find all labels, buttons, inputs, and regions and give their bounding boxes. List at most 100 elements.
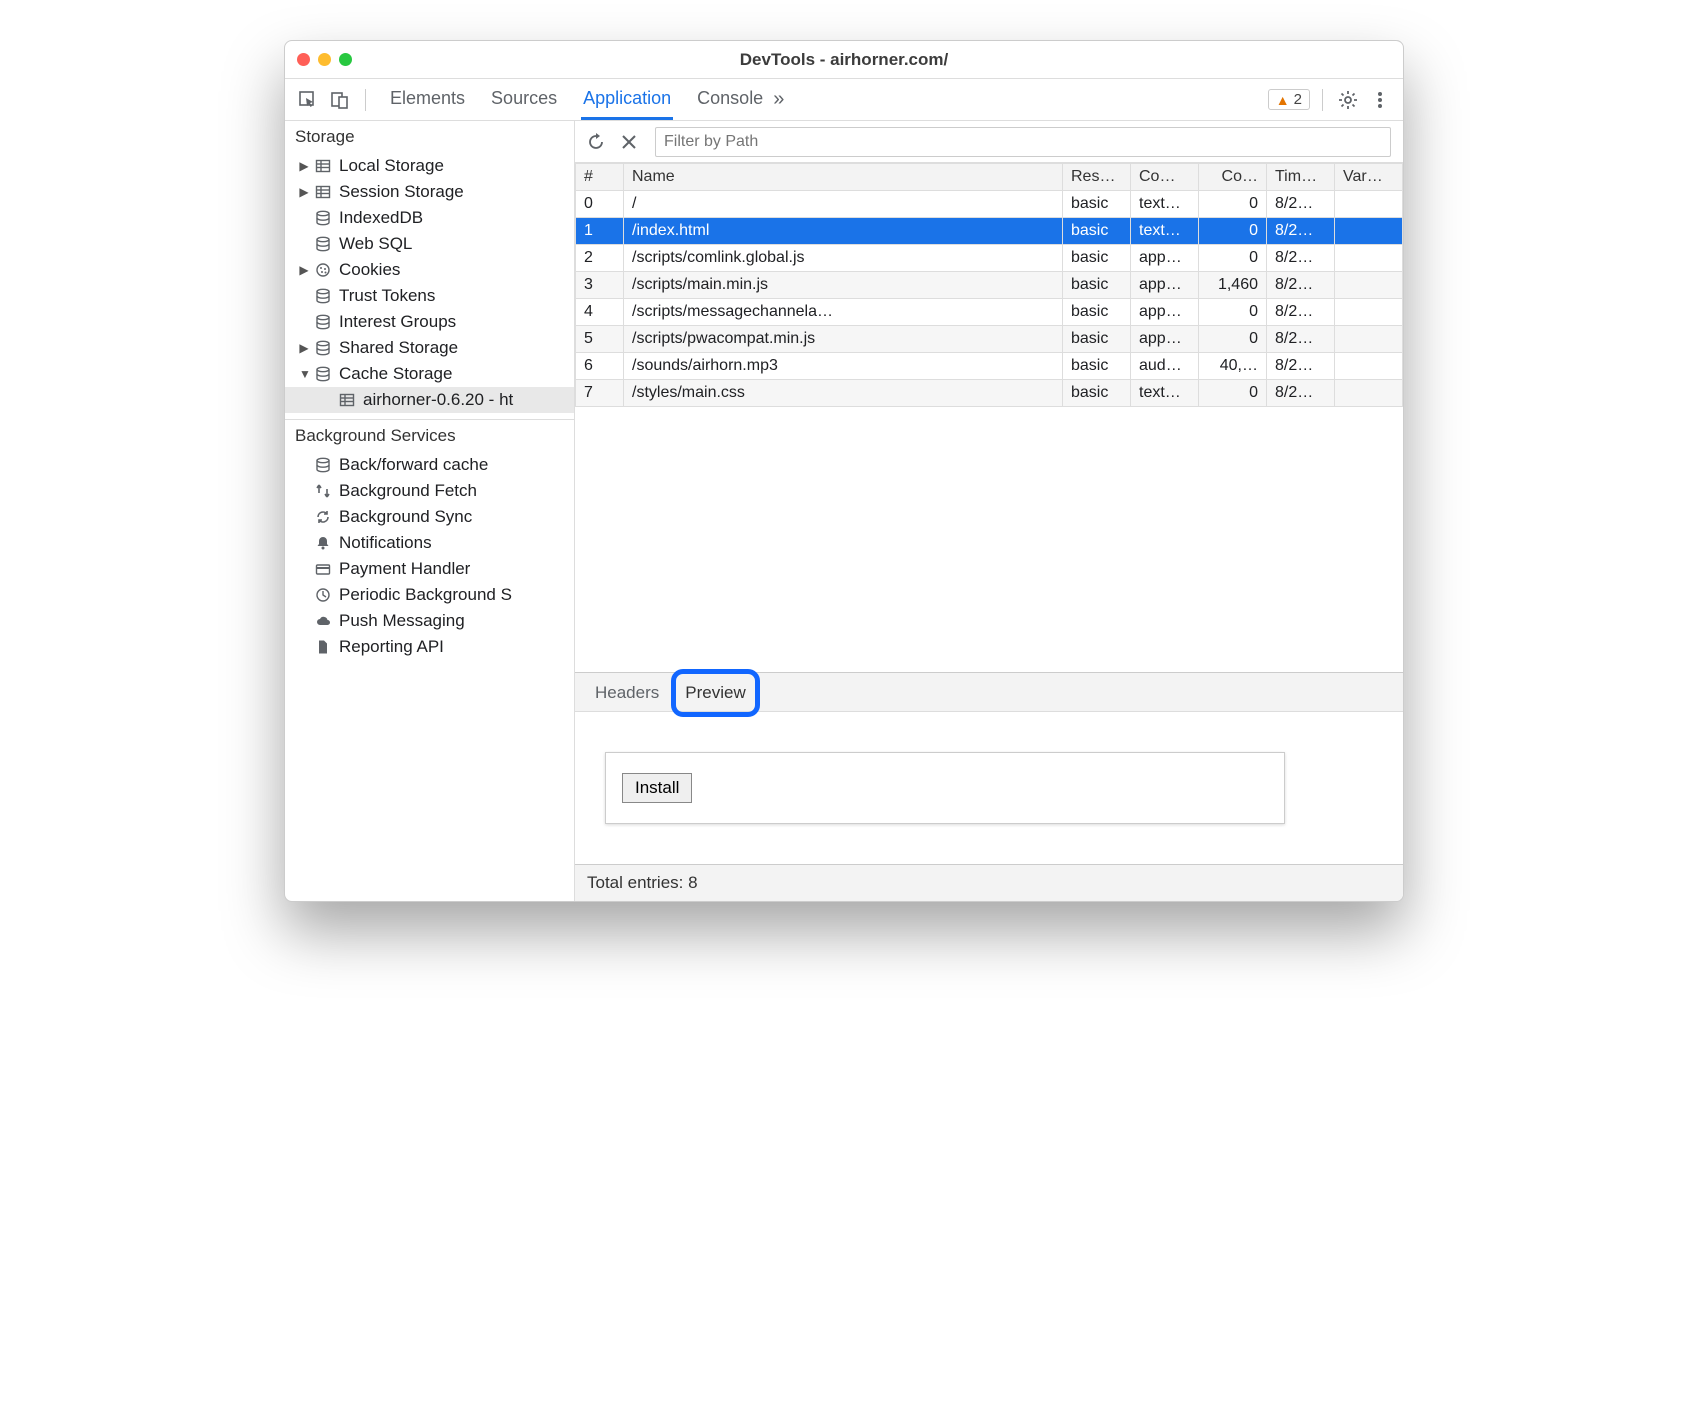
db-icon [315, 288, 333, 304]
column-header[interactable]: # [576, 164, 624, 191]
sidebar-item-back-forward-cache[interactable]: ▶Back/forward cache [285, 452, 574, 478]
cell [1335, 272, 1403, 299]
cell: /scripts/comlink.global.js [624, 245, 1063, 272]
table-row[interactable]: 7/styles/main.cssbasictext…08/2… [576, 380, 1403, 407]
sidebar-item-shared-storage[interactable]: ▶ Shared Storage [285, 335, 574, 361]
tab-sources[interactable]: Sources [489, 80, 559, 120]
table-row[interactable]: 5/scripts/pwacompat.min.jsbasicapp…08/2… [576, 326, 1403, 353]
expand-caret-icon[interactable]: ▶ [299, 159, 309, 173]
db-icon [315, 210, 333, 226]
cell: 0 [1199, 299, 1267, 326]
cache-table-wrap[interactable]: #NameRes…Co…Co…Tim…Var… 0/basictext…08/2… [575, 163, 1403, 672]
cell: basic [1063, 245, 1131, 272]
sidebar-item-background-sync[interactable]: ▶Background Sync [285, 504, 574, 530]
cell: 8/2… [1267, 299, 1335, 326]
cell: text… [1131, 380, 1199, 407]
detail-tab-headers[interactable]: Headers [589, 675, 665, 711]
sidebar-item-label: Periodic Background S [339, 585, 512, 605]
filter-input[interactable] [655, 127, 1391, 157]
tab-console[interactable]: Console [695, 80, 765, 120]
inspect-element-icon[interactable] [295, 87, 321, 113]
expand-caret-icon[interactable]: ▼ [299, 367, 309, 381]
install-button[interactable]: Install [622, 773, 692, 803]
cell [1335, 245, 1403, 272]
sidebar-item-label: Shared Storage [339, 338, 458, 358]
cell: 8/2… [1267, 218, 1335, 245]
table-row[interactable]: 3/scripts/main.min.jsbasicapp…1,4608/2… [576, 272, 1403, 299]
cell: basic [1063, 326, 1131, 353]
db-table-icon [315, 184, 333, 200]
sidebar-item-periodic-background-s[interactable]: ▶Periodic Background S [285, 582, 574, 608]
expand-caret-icon[interactable]: ▶ [299, 263, 309, 277]
sidebar-item-label: Cache Storage [339, 364, 452, 384]
warnings-badge[interactable]: ▲ 2 [1268, 89, 1310, 110]
sidebar-item-payment-handler[interactable]: ▶Payment Handler [285, 556, 574, 582]
sidebar-item-notifications[interactable]: ▶Notifications [285, 530, 574, 556]
window-title: DevTools - airhorner.com/ [285, 50, 1403, 70]
sidebar-item-cookies[interactable]: ▶Cookies [285, 257, 574, 283]
sidebar-item-indexeddb[interactable]: ▶IndexedDB [285, 205, 574, 231]
cell: 1 [576, 218, 624, 245]
sidebar-item-label: Back/forward cache [339, 455, 488, 475]
cell: /scripts/messagechannela… [624, 299, 1063, 326]
devtools-window: DevTools - airhorner.com/ Elements Source… [284, 40, 1404, 902]
sidebar-item-local-storage[interactable]: ▶ Local Storage [285, 153, 574, 179]
warning-icon: ▲ [1276, 92, 1290, 108]
table-row[interactable]: 1/index.htmlbasictext…08/2… [576, 218, 1403, 245]
more-tabs-button[interactable]: » [771, 80, 786, 119]
sidebar-item-cache-storage[interactable]: ▼ Cache Storage [285, 361, 574, 387]
settings-icon[interactable] [1335, 87, 1361, 113]
separator [365, 89, 366, 111]
device-toggle-icon[interactable] [327, 87, 353, 113]
main-panel: #NameRes…Co…Co…Tim…Var… 0/basictext…08/2… [575, 121, 1403, 901]
sidebar-item-push-messaging[interactable]: ▶Push Messaging [285, 608, 574, 634]
sidebar-item-label: Payment Handler [339, 559, 470, 579]
sidebar-item-session-storage[interactable]: ▶Session Storage [285, 179, 574, 205]
sidebar-item-trust-tokens[interactable]: ▶Trust Tokens [285, 283, 574, 309]
cell: /index.html [624, 218, 1063, 245]
cell: 8/2… [1267, 380, 1335, 407]
table-row[interactable]: 0/basictext…08/2… [576, 191, 1403, 218]
cell: 8/2… [1267, 272, 1335, 299]
cell: 8/2… [1267, 245, 1335, 272]
sidebar-item-reporting-api[interactable]: ▶Reporting API [285, 634, 574, 660]
table-row[interactable]: 2/scripts/comlink.global.jsbasicapp…08/2… [576, 245, 1403, 272]
main-toolbar: Elements Sources Application Console » ▲ 2 [285, 79, 1403, 121]
bell-icon [315, 535, 333, 551]
db-table-icon [339, 392, 357, 408]
kebab-menu-icon[interactable] [1367, 87, 1393, 113]
sidebar-item-web-sql[interactable]: ▶Web SQL [285, 231, 574, 257]
expand-caret-icon[interactable]: ▶ [299, 341, 309, 355]
tab-application[interactable]: Application [581, 80, 673, 120]
cell: basic [1063, 218, 1131, 245]
detail-tab-preview[interactable]: Preview [679, 675, 751, 711]
column-header[interactable]: Name [624, 164, 1063, 191]
cell: basic [1063, 191, 1131, 218]
body: Storage▶Local Storage▶Session Storage▶In… [285, 121, 1403, 901]
cell: 8/2… [1267, 353, 1335, 380]
tab-elements[interactable]: Elements [388, 80, 467, 120]
sidebar-section-title: Storage [285, 121, 574, 153]
cell: 1,460 [1199, 272, 1267, 299]
table-row[interactable]: 4/scripts/messagechannela…basicapp…08/2… [576, 299, 1403, 326]
preview-content: Install [605, 752, 1285, 824]
refresh-icon[interactable] [587, 133, 609, 151]
clear-icon[interactable] [621, 134, 643, 150]
cell [1335, 326, 1403, 353]
column-header[interactable]: Tim… [1267, 164, 1335, 191]
cell: basic [1063, 272, 1131, 299]
sidebar-item-interest-groups[interactable]: ▶Interest Groups [285, 309, 574, 335]
column-header[interactable]: Var… [1335, 164, 1403, 191]
column-header[interactable]: Res… [1063, 164, 1131, 191]
column-header[interactable]: Co… [1131, 164, 1199, 191]
sidebar-item-airhorner-0-6-20-ht[interactable]: airhorner-0.6.20 - ht [285, 387, 574, 413]
table-row[interactable]: 6/sounds/airhorn.mp3basicaud…40,…8/2… [576, 353, 1403, 380]
sidebar-item-label: Local Storage [339, 156, 444, 176]
expand-caret-icon[interactable]: ▶ [299, 185, 309, 199]
total-entries: Total entries: 8 [587, 873, 698, 892]
column-header[interactable]: Co… [1199, 164, 1267, 191]
cell: 0 [1199, 218, 1267, 245]
sidebar-item-label: Reporting API [339, 637, 444, 657]
cell: 0 [1199, 245, 1267, 272]
sidebar-item-background-fetch[interactable]: ▶Background Fetch [285, 478, 574, 504]
